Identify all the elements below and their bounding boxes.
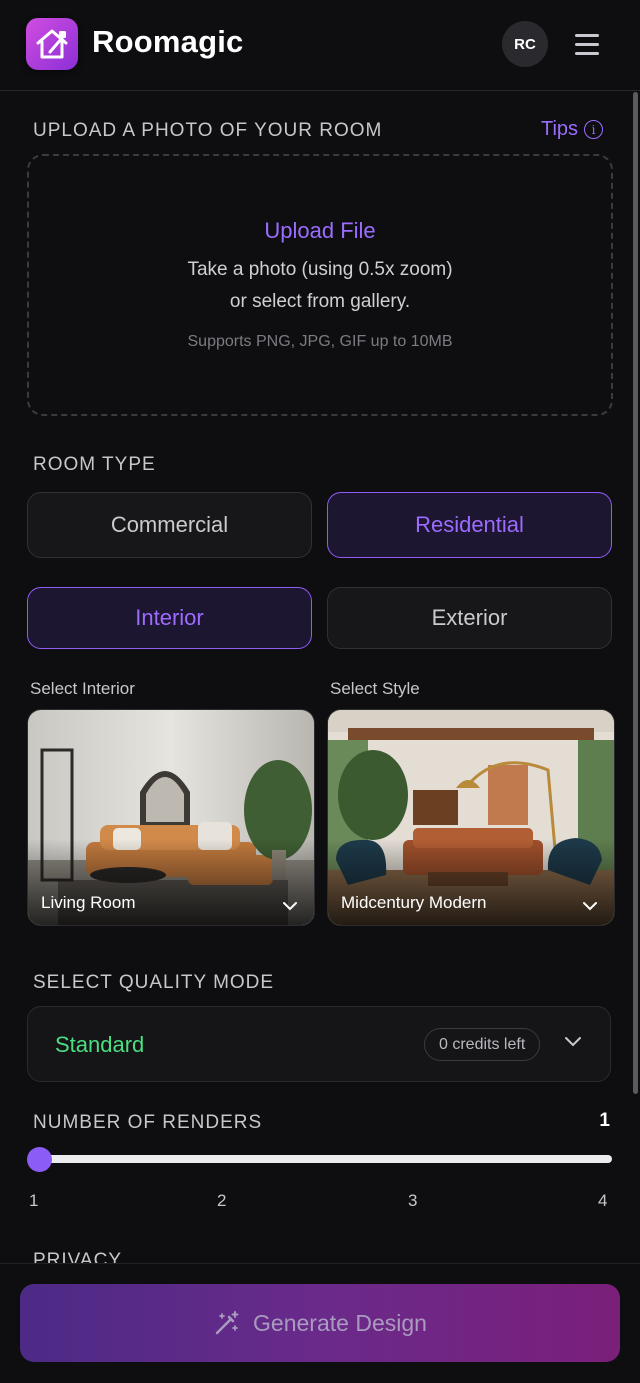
interior-select-card[interactable]: Living Room bbox=[27, 709, 315, 926]
generate-design-label: Generate Design bbox=[253, 1309, 427, 1336]
quality-mode-select[interactable]: Standard 0 credits left bbox=[27, 1006, 611, 1082]
interior-select-value: Living Room bbox=[41, 893, 136, 912]
renders-tick: 2 bbox=[217, 1191, 227, 1210]
style-select-value: Midcentury Modern bbox=[341, 893, 487, 912]
tips-link[interactable]: Tips i bbox=[541, 118, 604, 141]
quality-mode-label: SELECT QUALITY MODE bbox=[33, 972, 275, 993]
scrollbar[interactable] bbox=[633, 92, 638, 1094]
renders-slider-thumb[interactable] bbox=[27, 1147, 52, 1172]
house-magic-icon bbox=[36, 29, 68, 59]
upload-file-note: Supports PNG, JPG, GIF up to 10MB bbox=[187, 333, 453, 350]
renders-value: 1 bbox=[599, 1110, 610, 1131]
chevron-down-icon bbox=[583, 902, 597, 911]
upload-instructions-line2: or select from gallery. bbox=[229, 291, 411, 312]
chevron-down-icon bbox=[283, 902, 297, 911]
app-header: Roomagic RC bbox=[0, 0, 640, 91]
renders-tick: 1 bbox=[29, 1191, 39, 1210]
exterior-button[interactable]: Exterior bbox=[327, 587, 612, 649]
upload-section-label: UPLOAD A PHOTO OF YOUR ROOM bbox=[33, 120, 383, 141]
upload-dropzone[interactable]: Upload File Take a photo (using 0.5x zoo… bbox=[27, 154, 613, 416]
app-logo[interactable] bbox=[26, 18, 78, 70]
upload-instructions-line1: Take a photo (using 0.5x zoom) bbox=[187, 259, 453, 280]
select-style-label: Select Style bbox=[330, 679, 420, 698]
renders-tick: 4 bbox=[598, 1191, 608, 1210]
magic-wand-icon bbox=[215, 1311, 239, 1335]
app-name: Roomagic bbox=[92, 24, 244, 59]
renders-tick: 3 bbox=[408, 1191, 418, 1210]
tips-label: Tips bbox=[541, 118, 579, 140]
renders-label: NUMBER OF RENDERS bbox=[33, 1112, 263, 1133]
chevron-down-icon bbox=[565, 1037, 581, 1047]
interior-button[interactable]: Interior bbox=[27, 587, 312, 649]
renders-slider-track[interactable] bbox=[38, 1155, 612, 1163]
residential-button[interactable]: Residential bbox=[327, 492, 612, 558]
room-type-label: ROOM TYPE bbox=[33, 454, 156, 475]
hamburger-menu-icon[interactable] bbox=[571, 30, 603, 58]
commercial-button[interactable]: Commercial bbox=[27, 492, 312, 558]
user-avatar[interactable]: RC bbox=[502, 21, 548, 67]
upload-file-link[interactable]: Upload File bbox=[29, 218, 611, 244]
info-icon: i bbox=[584, 120, 604, 139]
select-interior-label: Select Interior bbox=[30, 679, 135, 698]
generate-design-button[interactable]: Generate Design bbox=[20, 1284, 620, 1362]
quality-mode-value: Standard bbox=[55, 1032, 145, 1057]
credits-badge: 0 credits left bbox=[424, 1028, 541, 1061]
style-select-card[interactable]: Midcentury Modern bbox=[327, 709, 615, 926]
